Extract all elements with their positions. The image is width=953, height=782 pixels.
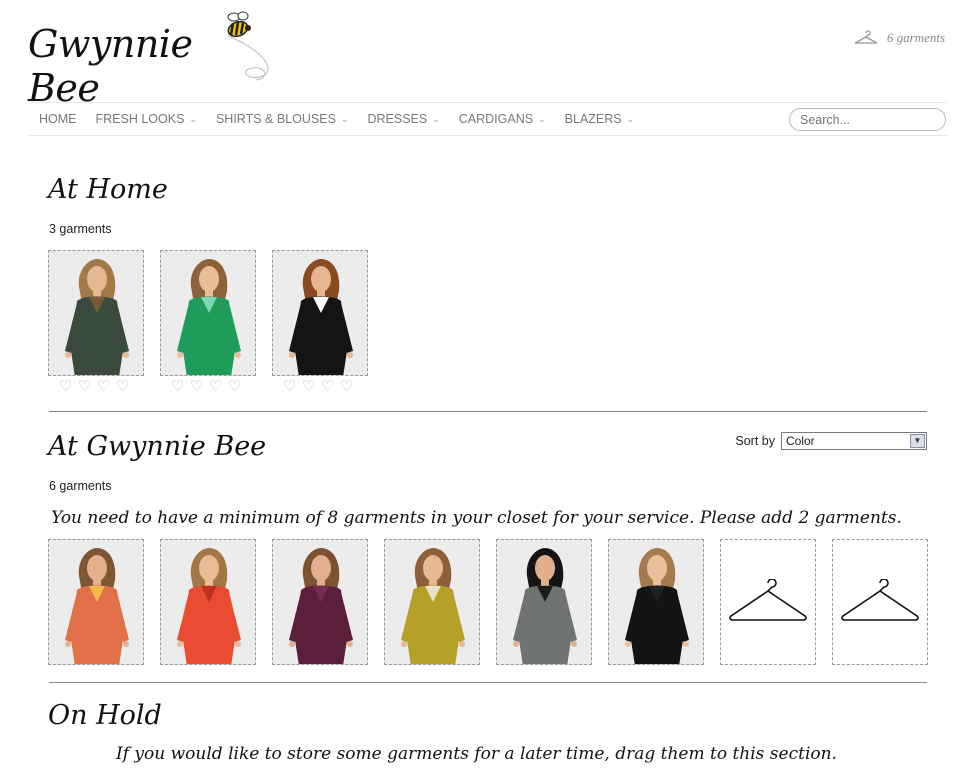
garment-photo bbox=[273, 540, 367, 664]
garment-tile[interactable] bbox=[160, 250, 256, 376]
chevron-down-icon: ⌄ bbox=[538, 113, 546, 124]
garment-photo bbox=[497, 540, 591, 664]
nav-item[interactable]: BLAZERS ⌄ bbox=[565, 112, 635, 126]
heart-icon[interactable]: ♡ bbox=[78, 379, 94, 394]
closet-cart[interactable]: 6 garments bbox=[853, 30, 945, 46]
garment-photo bbox=[609, 540, 703, 664]
nav-item-label: HOME bbox=[39, 112, 77, 126]
nav-items: HOME FRESH LOOKS ⌄ SHIRTS & BLOUSES ⌄ DRESSES… bbox=[39, 112, 634, 126]
hanger-icon bbox=[854, 30, 878, 44]
divider bbox=[49, 682, 927, 683]
garment-photo bbox=[273, 251, 367, 375]
nav-item[interactable]: DRESSES ⌄ bbox=[367, 112, 439, 126]
chevron-down-icon: ⌄ bbox=[189, 113, 197, 124]
search-input[interactable] bbox=[789, 108, 946, 131]
chevron-down-icon: ⌄ bbox=[626, 113, 635, 124]
heart-icon[interactable]: ♡ bbox=[283, 379, 299, 394]
bee-icon bbox=[227, 11, 269, 81]
at-gwynnie-count: 6 garments bbox=[49, 479, 112, 493]
sort-select[interactable]: Color ▼ bbox=[781, 432, 927, 450]
heart-icon[interactable]: ♡ bbox=[228, 379, 244, 394]
nav-item[interactable]: CARDIGANS ⌄ bbox=[459, 112, 546, 126]
empty-garment-slot[interactable] bbox=[832, 539, 928, 665]
divider bbox=[49, 411, 927, 412]
sort-control: Sort by Color ▼ bbox=[735, 432, 927, 450]
heart-icon[interactable]: ♡ bbox=[59, 379, 75, 394]
sort-value: Color bbox=[786, 434, 815, 448]
garment-photo bbox=[161, 251, 255, 375]
chevron-down-icon: ⌄ bbox=[340, 113, 349, 124]
heart-icon[interactable]: ♡ bbox=[116, 379, 132, 394]
garment-photo bbox=[385, 540, 479, 664]
main-nav: HOME FRESH LOOKS ⌄ SHIRTS & BLOUSES ⌄ DRESSES… bbox=[29, 102, 947, 136]
sort-label: Sort by bbox=[735, 434, 775, 448]
rating-hearts: ♡ ♡ ♡ ♡ bbox=[171, 379, 244, 394]
heart-icon[interactable]: ♡ bbox=[321, 379, 337, 394]
garment-tile[interactable] bbox=[160, 539, 256, 665]
nav-item-label: SHIRTS & BLOUSES bbox=[215, 112, 336, 126]
at-home-title: At Home bbox=[48, 174, 168, 205]
chevron-down-icon: ⌄ bbox=[432, 113, 440, 124]
nav-item[interactable]: HOME bbox=[39, 112, 77, 126]
nav-item-label: DRESSES bbox=[367, 112, 428, 126]
nav-item-label: BLAZERS bbox=[564, 112, 622, 126]
garment-tile[interactable] bbox=[496, 539, 592, 665]
at-gwynnie-title: At Gwynnie Bee bbox=[48, 431, 267, 462]
heart-icon[interactable]: ♡ bbox=[209, 379, 225, 394]
garment-photo bbox=[49, 540, 143, 664]
logo[interactable]: Gwynnie Bee bbox=[28, 8, 273, 110]
rating-hearts: ♡ ♡ ♡ ♡ bbox=[283, 379, 356, 394]
garment-photo bbox=[49, 251, 143, 375]
nav-item[interactable]: SHIRTS & BLOUSES ⌄ bbox=[216, 112, 349, 126]
garment-tile[interactable] bbox=[384, 539, 480, 665]
at-home-count: 3 garments bbox=[49, 222, 112, 236]
garment-tile[interactable] bbox=[272, 539, 368, 665]
hanger-icon bbox=[841, 579, 919, 621]
on-hold-title: On Hold bbox=[48, 700, 162, 731]
dropdown-arrow-icon[interactable]: ▼ bbox=[910, 434, 925, 448]
nav-item-label: FRESH LOOKS bbox=[95, 112, 185, 126]
rating-hearts: ♡ ♡ ♡ ♡ bbox=[59, 379, 132, 394]
empty-garment-slot[interactable] bbox=[720, 539, 816, 665]
garment-photo bbox=[161, 540, 255, 664]
garment-tile[interactable] bbox=[48, 250, 144, 376]
cart-count: 6 garments bbox=[886, 30, 945, 45]
on-hold-notice: If you would like to store some garments… bbox=[116, 744, 837, 764]
heart-icon[interactable]: ♡ bbox=[97, 379, 113, 394]
minimum-notice: You need to have a minimum of 8 garments… bbox=[51, 508, 902, 528]
heart-icon[interactable]: ♡ bbox=[302, 379, 318, 394]
heart-icon[interactable]: ♡ bbox=[171, 379, 187, 394]
nav-item[interactable]: FRESH LOOKS ⌄ bbox=[96, 112, 197, 126]
garment-tile[interactable] bbox=[48, 539, 144, 665]
garment-tile[interactable] bbox=[608, 539, 704, 665]
heart-icon[interactable]: ♡ bbox=[190, 379, 206, 394]
nav-item-label: CARDIGANS bbox=[458, 112, 534, 126]
hanger-icon bbox=[729, 579, 807, 621]
heart-icon[interactable]: ♡ bbox=[340, 379, 356, 394]
garment-tile[interactable] bbox=[272, 250, 368, 376]
